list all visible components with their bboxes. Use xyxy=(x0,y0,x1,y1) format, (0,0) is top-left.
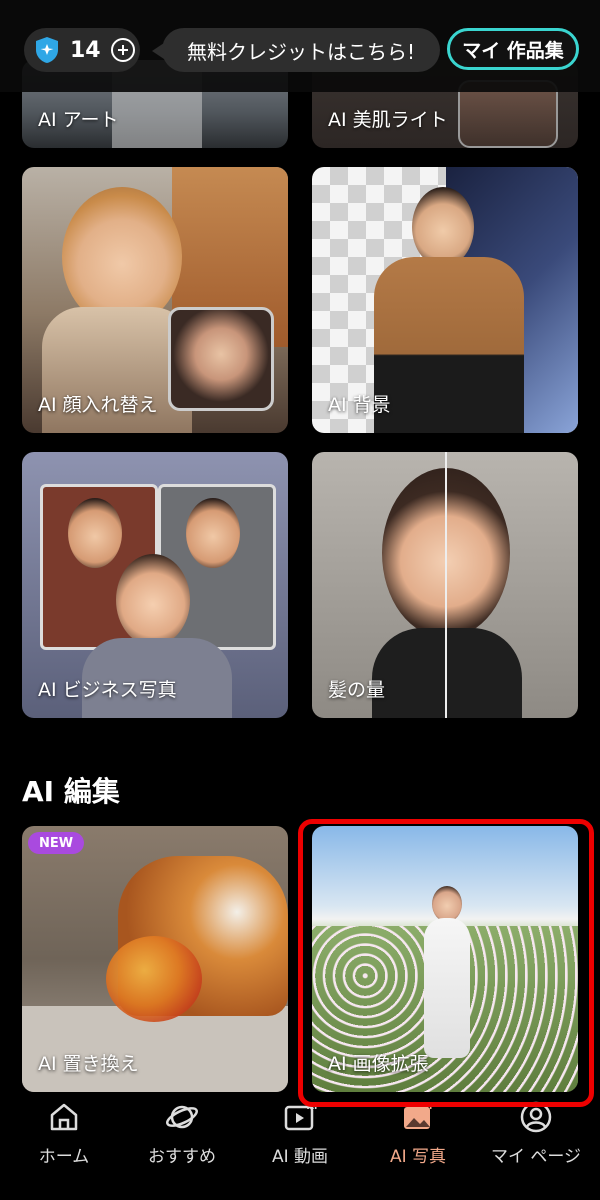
nav-my-page[interactable]: マイ ページ xyxy=(476,1094,596,1200)
my-works-button[interactable]: マイ 作品集 xyxy=(447,28,579,70)
business-portrait-front xyxy=(116,554,190,646)
highlight-frame xyxy=(298,819,594,1107)
swap-thumbnail xyxy=(168,307,274,411)
business-portrait-right xyxy=(186,498,240,568)
card-business-photo[interactable]: AI ビジネス写真 xyxy=(22,452,288,718)
card-label-face-swap: AI 顔入れ替え xyxy=(38,394,158,416)
card-label-ai-skin: AI 美肌ライト xyxy=(328,109,448,131)
card-replace[interactable]: NEW AI 置き換え xyxy=(22,826,288,1092)
basketball-graphic xyxy=(106,936,202,1022)
split-divider xyxy=(445,452,447,718)
nav-ai-photo[interactable]: AI AI 写真 xyxy=(358,1094,478,1200)
nav-label-ai-photo: AI 写真 xyxy=(389,1147,447,1167)
top-bar: 14 無料クレジットはこちら! マイ 作品集 xyxy=(0,0,600,92)
card-label-background: AI 背景 xyxy=(328,394,391,416)
section-title-ai-edit: AI 編集 xyxy=(22,775,120,808)
home-icon xyxy=(50,1103,78,1131)
add-credit-icon[interactable] xyxy=(110,38,135,62)
new-badge: NEW xyxy=(28,832,84,854)
background-portrait xyxy=(412,187,474,267)
card-hair-volume[interactable]: 髪の量 xyxy=(312,452,578,718)
face-swap-portrait xyxy=(62,187,182,327)
nav-label-ai-video: AI 動画 xyxy=(271,1147,329,1167)
card-background[interactable]: AI 背景 xyxy=(312,167,578,433)
card-label-business-photo: AI ビジネス写真 xyxy=(38,679,177,701)
credit-pill[interactable]: 14 xyxy=(24,28,140,72)
credit-shield-icon xyxy=(36,37,58,63)
nav-label-recommend: おすすめ xyxy=(148,1147,216,1167)
card-label-ai-art: AI アート xyxy=(38,109,119,131)
card-label-hair-volume: 髪の量 xyxy=(328,679,386,701)
background-body xyxy=(374,257,524,433)
credit-count: 14 xyxy=(70,37,101,63)
nav-home[interactable]: ホーム xyxy=(4,1094,124,1200)
card-face-swap[interactable]: AI 顔入れ替え xyxy=(22,167,288,433)
bottom-nav: ホーム おすすめ AI AI 動画 AI AI 写真 マイ ページ xyxy=(0,1094,600,1200)
nav-label-my-page: マイ ページ xyxy=(490,1147,582,1167)
planet-icon xyxy=(166,1105,198,1129)
card-label-replace: AI 置き換え xyxy=(38,1053,139,1075)
free-credit-tooltip[interactable]: 無料クレジットはこちら! xyxy=(152,28,440,72)
nav-ai-video[interactable]: AI AI 動画 xyxy=(240,1094,360,1200)
business-portrait-left xyxy=(68,498,122,568)
nav-recommend[interactable]: おすすめ xyxy=(122,1094,242,1200)
nav-label-home: ホーム xyxy=(38,1147,90,1167)
